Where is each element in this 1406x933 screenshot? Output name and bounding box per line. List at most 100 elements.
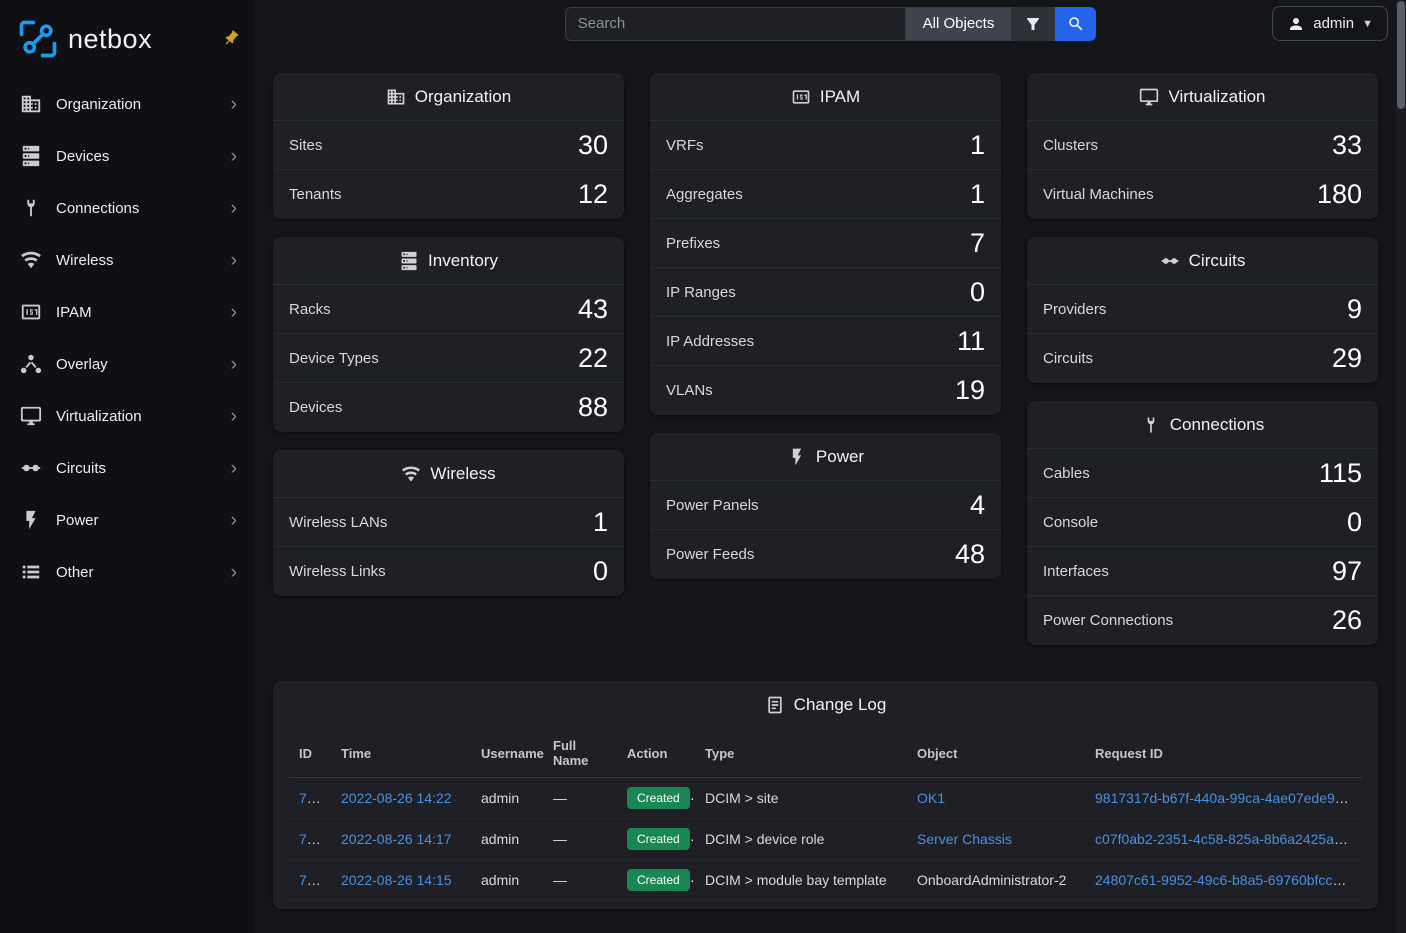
- filter-button[interactable]: [1011, 7, 1055, 41]
- stat-row: Racks 43: [273, 285, 624, 334]
- change-object-link[interactable]: OK1: [917, 790, 945, 806]
- sidebar-item-wireless[interactable]: Wireless ›: [0, 234, 255, 286]
- card-power: Power Power Panels 4 Power Feeds 48: [650, 433, 1001, 579]
- netbox-logo-icon: [16, 17, 60, 61]
- stat-row: Wireless Links 0: [273, 547, 624, 596]
- sidebar-item-label: Connections: [56, 200, 139, 217]
- sidebar-item-ipam[interactable]: IPAM ›: [0, 286, 255, 338]
- sidebar-item-devices[interactable]: Devices ›: [0, 130, 255, 182]
- stat-label: Prefixes: [666, 235, 720, 252]
- change-object-link[interactable]: Server Chassis: [917, 831, 1012, 847]
- request-id-link[interactable]: c07f0ab2-2351-4c58-825a-8b6a2425a1ab: [1095, 831, 1357, 847]
- stat-value[interactable]: 33: [1332, 130, 1362, 161]
- card-title: Change Log: [794, 695, 887, 715]
- stat-value[interactable]: 180: [1317, 179, 1362, 210]
- change-time-link[interactable]: 2022-08-26 14:22: [341, 790, 452, 806]
- netbox-logo[interactable]: netbox: [16, 17, 152, 61]
- stat-value[interactable]: 12: [578, 179, 608, 210]
- stat-row: Sites 30: [273, 121, 624, 170]
- stat-value[interactable]: 19: [955, 375, 985, 406]
- stat-label: Virtual Machines: [1043, 186, 1154, 203]
- stat-row: Aggregates 1: [650, 170, 1001, 219]
- sidebar-item-label: Power: [56, 512, 99, 529]
- stat-value[interactable]: 43: [578, 294, 608, 325]
- card-header: Connections: [1027, 401, 1378, 449]
- sidebar-item-power[interactable]: Power ›: [0, 494, 255, 546]
- global-search: All Objects: [565, 7, 1097, 41]
- stat-value[interactable]: 1: [970, 179, 985, 210]
- stat-row: Device Types 22: [273, 334, 624, 383]
- stat-value[interactable]: 7: [970, 228, 985, 259]
- scrollbar-thumb[interactable]: [1397, 1, 1405, 109]
- stat-value[interactable]: 29: [1332, 343, 1362, 374]
- stat-value[interactable]: 97: [1332, 556, 1362, 587]
- pin-icon[interactable]: [216, 25, 243, 53]
- card-header: Organization: [273, 73, 624, 121]
- card-title: Inventory: [428, 251, 498, 271]
- request-id-link[interactable]: 24807c61-9952-49c6-b8a5-69760bfcc4b3: [1095, 872, 1356, 888]
- dashboard: Organization Sites 30 Tenants 12: [255, 47, 1406, 933]
- change-id-link[interactable]: 753: [299, 872, 322, 888]
- sidebar-item-circuits[interactable]: Circuits ›: [0, 442, 255, 494]
- card-change-log: Change Log ID Time Username: [273, 681, 1378, 909]
- sidebar-item-label: Virtualization: [56, 408, 142, 425]
- card-header: Power: [650, 433, 1001, 481]
- card-title: Circuits: [1189, 251, 1246, 271]
- column-header-full-name: Full Name: [543, 728, 617, 778]
- stat-value[interactable]: 0: [970, 277, 985, 308]
- stat-label: Cables: [1043, 465, 1090, 482]
- change-id-link[interactable]: 754: [299, 831, 322, 847]
- stat-label: Circuits: [1043, 350, 1093, 367]
- stat-row: Interfaces 97: [1027, 547, 1378, 596]
- stat-value[interactable]: 11: [957, 326, 985, 357]
- stat-row: Power Feeds 48: [650, 530, 1001, 579]
- stat-value[interactable]: 0: [1347, 507, 1362, 538]
- sidebar-item-connections[interactable]: Connections ›: [0, 182, 255, 234]
- table-row: 754 2022-08-26 14:17 admin — Created DCI…: [289, 819, 1362, 860]
- stat-row: IP Ranges 0: [650, 268, 1001, 317]
- stat-value[interactable]: 30: [578, 130, 608, 161]
- change-time-link[interactable]: 2022-08-26 14:15: [341, 872, 452, 888]
- sidebar-item-virtualization[interactable]: Virtualization ›: [0, 390, 255, 442]
- chevron-right-icon: ›: [231, 355, 237, 374]
- change-type: DCIM > module bay template: [695, 860, 907, 901]
- sidebar-item-overlay[interactable]: Overlay ›: [0, 338, 255, 390]
- search-button[interactable]: [1055, 7, 1096, 41]
- card-header: Virtualization: [1027, 73, 1378, 121]
- change-type: DCIM > site: [695, 778, 907, 819]
- stat-value[interactable]: 1: [593, 507, 608, 538]
- circuits-icon: [1160, 251, 1180, 271]
- change-id-link[interactable]: 755: [299, 790, 322, 806]
- stat-value[interactable]: 26: [1332, 605, 1362, 636]
- stat-value[interactable]: 4: [970, 490, 985, 521]
- column-header-request-id: Request ID: [1085, 728, 1362, 778]
- stat-value[interactable]: 88: [578, 392, 608, 423]
- card-ipam: IPAM VRFs 1 Aggregates 1 Prefixes 7: [650, 73, 1001, 415]
- search-scope-button[interactable]: All Objects: [905, 7, 1012, 41]
- sidebar-item-organization[interactable]: Organization ›: [0, 78, 255, 130]
- stat-row: Prefixes 7: [650, 219, 1001, 268]
- change-object: OnboardAdministrator-2: [907, 860, 1085, 901]
- stat-row: Tenants 12: [273, 170, 624, 219]
- main-area: All Objects admin ▼: [255, 0, 1406, 933]
- user-menu-button[interactable]: admin ▼: [1272, 6, 1388, 41]
- scrollbar[interactable]: [1396, 0, 1406, 933]
- stat-value[interactable]: 9: [1347, 294, 1362, 325]
- change-time-link[interactable]: 2022-08-26 14:17: [341, 831, 452, 847]
- stat-value[interactable]: 22: [578, 343, 608, 374]
- search-input[interactable]: [565, 7, 905, 41]
- filter-icon: [1024, 15, 1042, 33]
- stat-label: Power Connections: [1043, 612, 1173, 629]
- sidebar-item-other[interactable]: Other ›: [0, 546, 255, 598]
- organization-icon: [20, 93, 42, 115]
- sidebar-item-label: Overlay: [56, 356, 108, 373]
- app-window: netbox Organization › Devices › Connecti…: [0, 0, 1406, 933]
- power-icon: [20, 509, 42, 531]
- connections-icon: [1141, 415, 1161, 435]
- request-id-link[interactable]: 9817317d-b67f-440a-99ca-4ae07ede94df: [1095, 790, 1354, 806]
- stat-value[interactable]: 115: [1319, 458, 1362, 489]
- stat-value[interactable]: 48: [955, 539, 985, 570]
- sidebar-item-label: Other: [56, 564, 94, 581]
- stat-value[interactable]: 1: [970, 130, 985, 161]
- stat-value[interactable]: 0: [593, 556, 608, 587]
